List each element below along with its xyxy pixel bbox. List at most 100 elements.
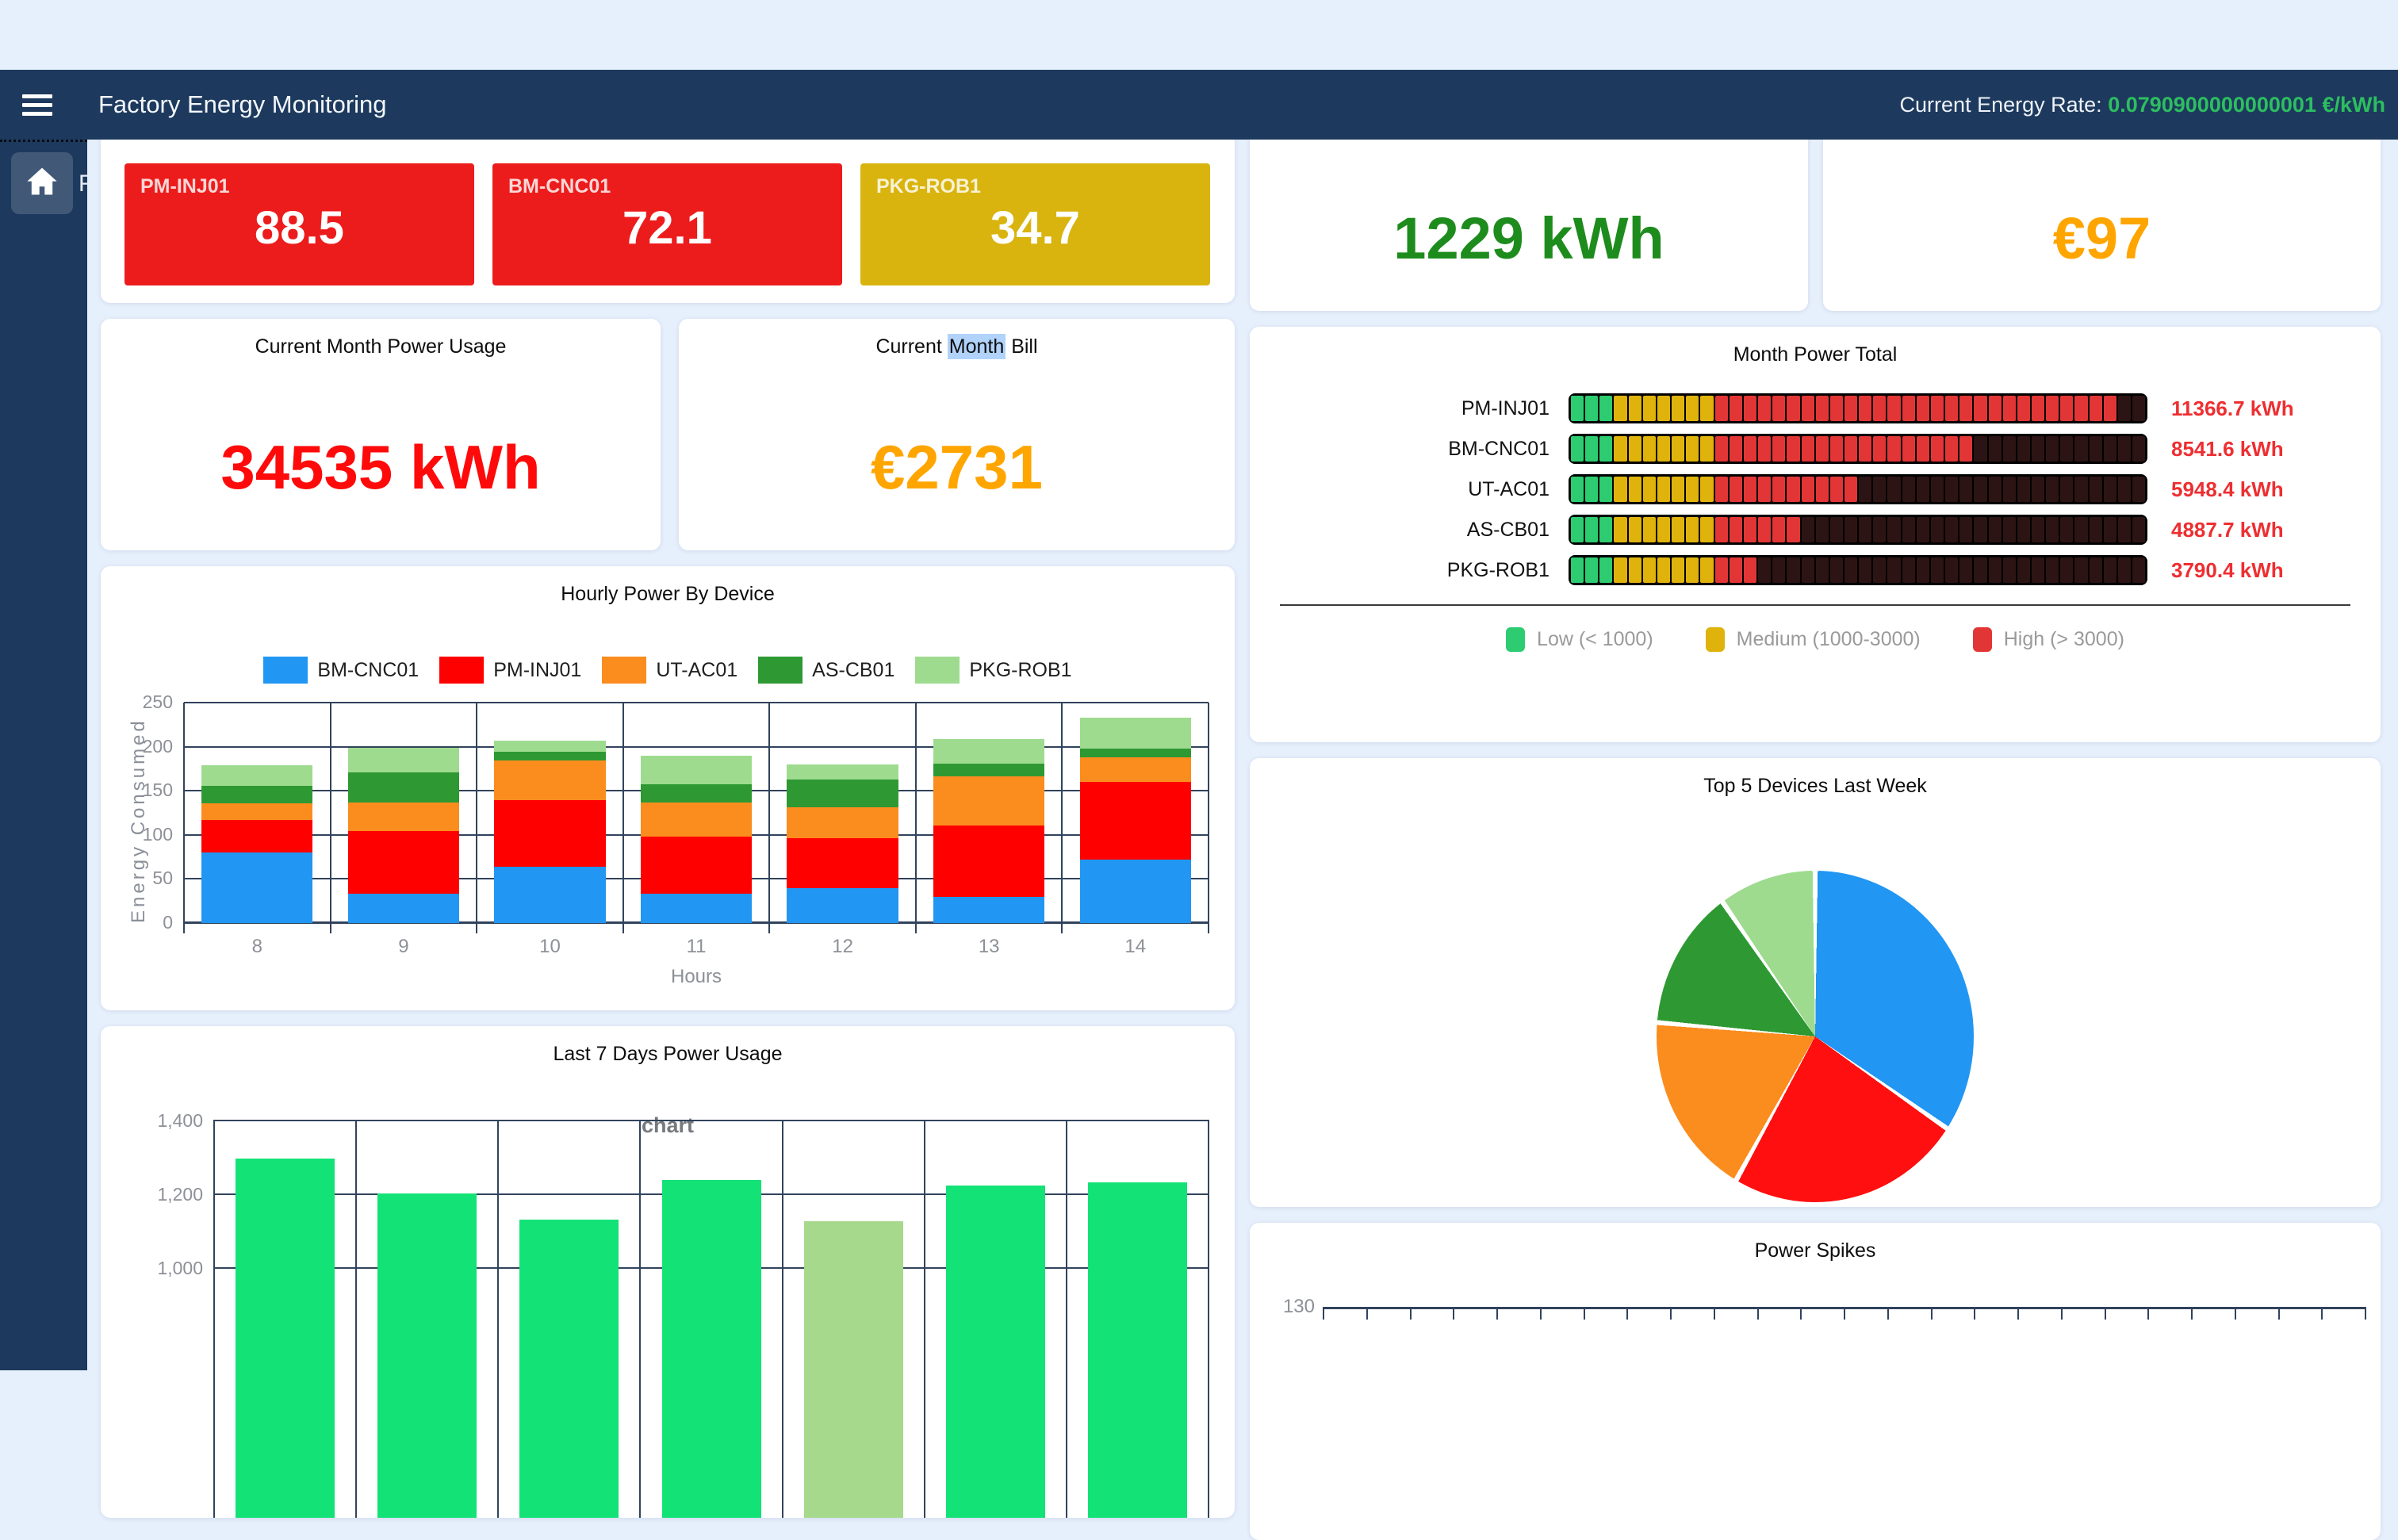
gauge-segment — [1830, 436, 1843, 462]
hourly-chart-legend: BM-CNC01 PM-INJ01 UT-AC01 AS-CB01 PKG-RO… — [101, 657, 1235, 684]
sidebar: F — [0, 140, 87, 1370]
x-axis-tick-mark — [1887, 1309, 1889, 1320]
bar-slot — [331, 703, 477, 923]
legend-swatch — [1973, 627, 1992, 652]
gauge-segment — [1844, 477, 1857, 502]
gauge-segment — [2104, 477, 2116, 502]
bar-segment-BM-CNC01 — [1080, 860, 1191, 923]
gauge-segment — [2003, 557, 2016, 583]
gauge-segment — [2090, 477, 2102, 502]
gauge-segment — [1571, 436, 1584, 462]
hamburger-menu-icon[interactable] — [22, 90, 52, 121]
gauge-segment — [1902, 517, 1915, 542]
y-axis-tick-label: 1,000 — [132, 1258, 203, 1279]
x-axis-tick-labels: 891011121314 — [184, 936, 1209, 958]
gauge-segment — [1629, 396, 1641, 421]
bar-segment-PM-INJ01 — [348, 831, 459, 894]
legend-item: High (> 3000) — [1973, 627, 2124, 652]
bar-segment-PM-INJ01 — [1080, 782, 1191, 860]
x-axis-tick-mark — [1584, 1309, 1585, 1320]
gauge-segment — [1614, 477, 1626, 502]
legend-swatch — [439, 657, 484, 684]
gauge-segment — [1816, 517, 1829, 542]
gauge-segment — [2074, 477, 2087, 502]
gauge-segment — [1902, 396, 1915, 421]
gauge-segment — [2104, 517, 2116, 542]
gauge-segment — [2003, 517, 2016, 542]
legend-item: BM-CNC01 — [263, 657, 419, 684]
gauge-segment — [1643, 517, 1656, 542]
gauge-segment — [1844, 396, 1857, 421]
gauge-segment — [1830, 517, 1843, 542]
gauge-segment — [1657, 517, 1670, 542]
device-gauge-rows: PM-INJ0111366.7 kWhBM-CNC018541.6 kWhUT-… — [1250, 393, 2381, 585]
day-bill-value: €97 — [1823, 205, 2381, 272]
bar-segment-AS-CB01 — [933, 764, 1044, 777]
gauge-segment — [1945, 557, 1958, 583]
gauge-segment — [1974, 557, 1986, 583]
left-column: Top 3 Devices Currently Running PM-INJ01… — [101, 97, 1235, 1540]
y-axis-tick-label: 130 — [1270, 1296, 1323, 1318]
gauge-segment — [2074, 436, 2087, 462]
gauge-segment — [1772, 477, 1785, 502]
home-button[interactable] — [11, 152, 73, 214]
gauge-segment — [1672, 517, 1684, 542]
legend-item: PKG-ROB1 — [915, 657, 1071, 684]
bar-segment-UT-AC01 — [787, 807, 898, 838]
daily-usage-bar — [804, 1221, 903, 1518]
current-month-power-usage-card: Current Month Power Usage 34535 kWh — [101, 319, 661, 550]
gauge-segment — [2104, 396, 2116, 421]
gauge-segment — [2074, 557, 2087, 583]
gauge-row: AS-CB014887.7 kWh — [1250, 515, 2381, 545]
legend-swatch — [758, 657, 803, 684]
x-axis-tick-mark — [1931, 1309, 1933, 1320]
gauge-row: PM-INJ0111366.7 kWh — [1250, 393, 2381, 423]
x-axis-tick-label: 8 — [184, 936, 331, 958]
gauge-segment — [2046, 436, 2059, 462]
gauge-segment — [1830, 557, 1843, 583]
gauge-segment — [1945, 477, 1958, 502]
gridline-horizontal — [214, 1120, 1209, 1121]
gauge-segment — [2132, 396, 2145, 421]
hamburger-bar — [22, 103, 52, 107]
gauge-segment — [1802, 396, 1814, 421]
gauge-segment — [1715, 396, 1728, 421]
x-axis-tick-label: 11 — [623, 936, 770, 958]
bar-segment-PKG-ROB1 — [494, 741, 605, 752]
gauge-segment — [2017, 396, 2030, 421]
gauge-segment — [1887, 557, 1900, 583]
gauge-segment — [1959, 477, 1972, 502]
chart-title: Power Spikes — [1250, 1223, 2381, 1262]
gauge-segment — [1887, 477, 1900, 502]
led-gauge-bar — [1569, 434, 2147, 464]
x-axis-tick-label: 10 — [477, 936, 623, 958]
gridline-vertical — [639, 1120, 641, 1518]
gauge-segment — [1599, 477, 1612, 502]
sidebar-item-label-clipped: F — [79, 170, 87, 197]
legend-swatch — [915, 657, 960, 684]
gridline-vertical — [924, 1120, 925, 1518]
x-axis-tick-mark — [330, 923, 331, 933]
gauge-segment — [1614, 396, 1626, 421]
device-name: BM-CNC01 — [492, 163, 842, 198]
gauge-segment — [1945, 396, 1958, 421]
stacked-bar — [933, 703, 1044, 923]
gauge-segment — [2060, 436, 2073, 462]
x-axis-tick-mark — [1496, 1309, 1498, 1320]
gauge-segment — [1974, 436, 1986, 462]
gauge-segment — [1715, 477, 1728, 502]
bar-segment-PM-INJ01 — [933, 826, 1044, 897]
gauge-segment — [1643, 396, 1656, 421]
card-title: Current Month Bill — [679, 319, 1235, 358]
daily-usage-bar — [236, 1159, 335, 1518]
x-axis-tick-mark — [2278, 1309, 2280, 1320]
device-name: BM-CNC01 — [1250, 438, 1569, 461]
x-axis-tick-mark — [1208, 923, 1209, 933]
bar-segment-BM-CNC01 — [933, 897, 1044, 923]
y-axis-tick-label: 0 — [108, 912, 173, 933]
stacked-bar — [201, 703, 312, 923]
bar-segment-PKG-ROB1 — [348, 748, 459, 772]
bar-segment-UT-AC01 — [494, 760, 605, 800]
month-power-total-card: Month Power Total PM-INJ0111366.7 kWhBM-… — [1250, 327, 2381, 742]
gauge-segment — [1974, 477, 1986, 502]
